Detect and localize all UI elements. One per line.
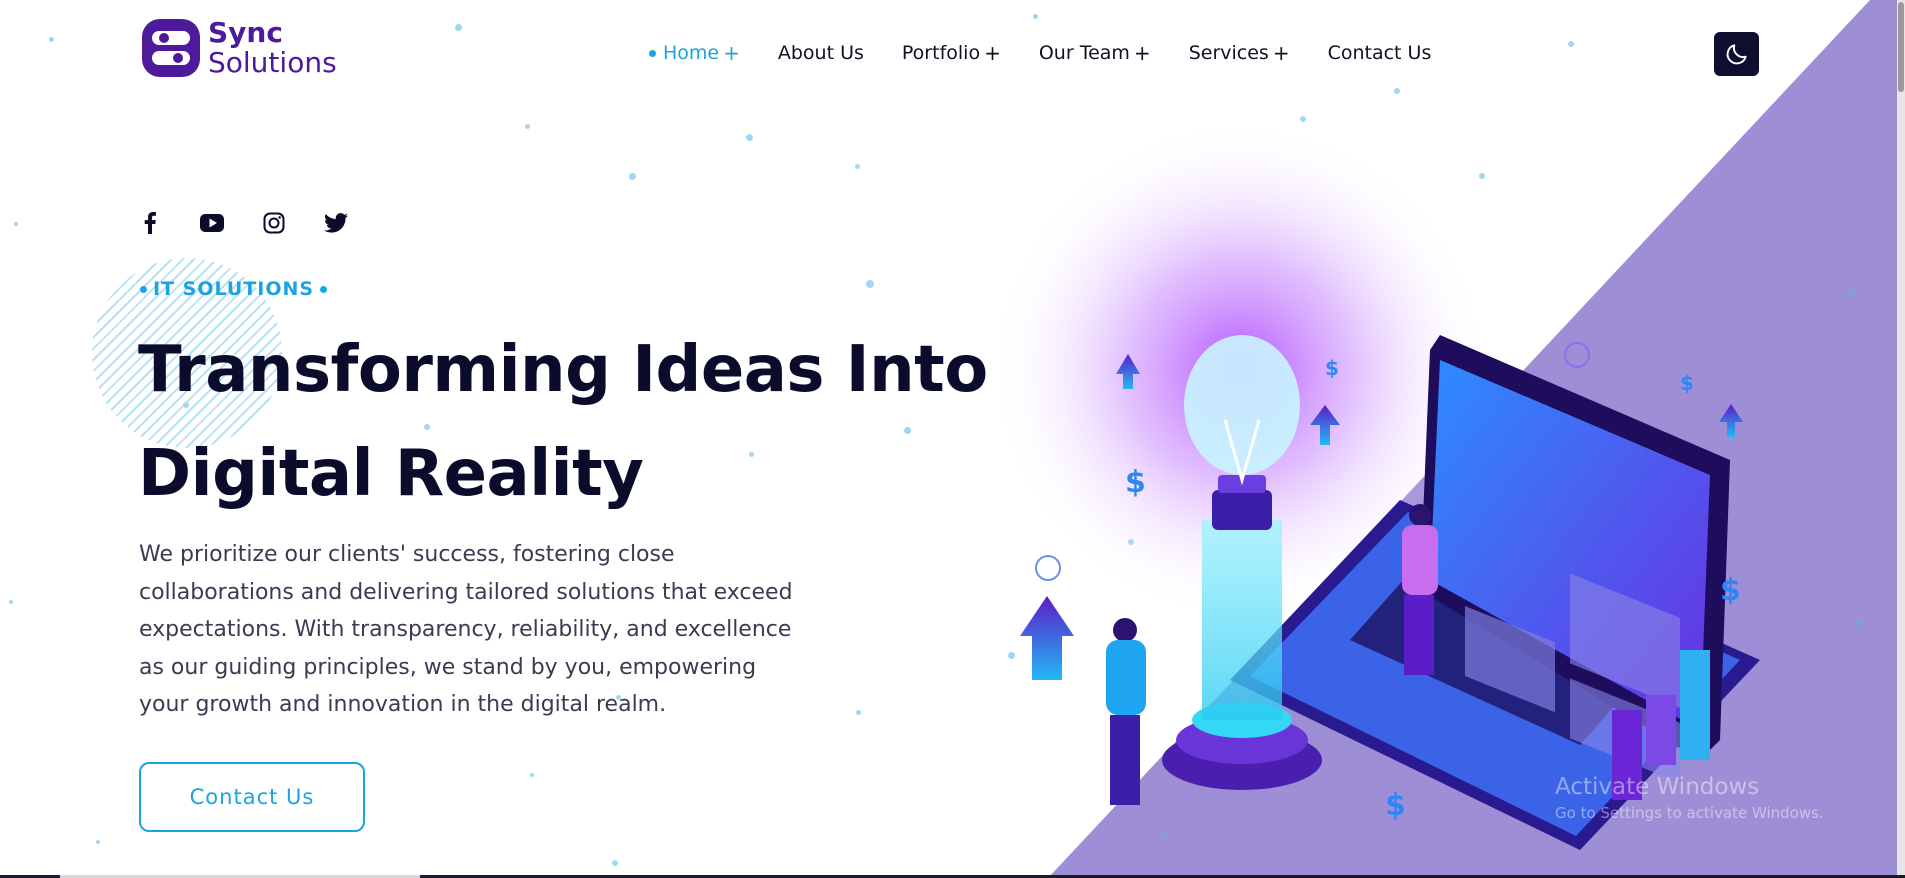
logo-s-icon <box>142 19 200 77</box>
nav-label: Services <box>1188 42 1269 64</box>
instagram-icon[interactable] <box>262 211 286 235</box>
brand-logo[interactable]: Sync Solutions <box>140 17 350 79</box>
scrollbar-thumb[interactable] <box>1898 2 1904 92</box>
watermark-subtitle: Go to Settings to activate Windows. <box>1555 804 1824 822</box>
plus-icon: + <box>984 41 1001 65</box>
svg-text:$: $ <box>1325 356 1339 380</box>
windows-activation-watermark: Activate Windows Go to Settings to activ… <box>1555 774 1824 822</box>
watermark-title: Activate Windows <box>1555 774 1760 800</box>
svg-text:$: $ <box>1680 371 1694 395</box>
bullet-dot <box>140 285 147 293</box>
hero-headline: Transforming Ideas Into Digital Reality <box>138 318 988 526</box>
hero-eyebrow: IT SOLUTIONS <box>140 278 328 300</box>
social-links <box>138 211 348 235</box>
hero-illustration: $ $ $ $ $ <box>990 120 1760 850</box>
hero-paragraph: We prioritize our clients' success, fost… <box>139 542 793 718</box>
nav-item-contact-us[interactable]: Contact Us <box>1328 42 1432 64</box>
moon-icon <box>1726 44 1747 65</box>
nav-label: Our Team <box>1038 42 1130 64</box>
svg-text:$: $ <box>1385 788 1406 823</box>
nav-item-portfolio[interactable]: Portfolio + <box>902 41 1001 65</box>
headline-line-1: Transforming Ideas Into <box>138 333 988 407</box>
plus-icon: + <box>1133 41 1151 65</box>
nav-label: Home <box>663 42 720 64</box>
headline-line-2: Digital Reality <box>138 437 644 511</box>
brand-name-line1: Sync <box>208 16 283 49</box>
twitter-icon[interactable] <box>324 211 348 235</box>
nav-item-our-team[interactable]: Our Team + <box>1039 41 1151 65</box>
nav-item-services[interactable]: Services + <box>1189 41 1290 65</box>
plus-icon: + <box>723 41 740 65</box>
eyebrow-text: IT SOLUTIONS <box>153 278 315 300</box>
nav-label: Portfolio <box>901 42 981 64</box>
main-nav: Home + About Us Portfolio + Our Team + S… <box>649 40 1469 66</box>
active-dot <box>649 49 656 57</box>
bullet-dot <box>320 285 328 293</box>
contact-us-button[interactable]: Contact Us <box>139 762 365 832</box>
nav-item-about-us[interactable]: About Us <box>778 42 864 64</box>
svg-text:$: $ <box>1125 465 1146 500</box>
plus-icon: + <box>1272 41 1290 65</box>
svg-text:$: $ <box>1720 573 1741 608</box>
vertical-scrollbar[interactable] <box>1897 0 1905 878</box>
theme-toggle-button[interactable] <box>1714 32 1759 76</box>
youtube-icon[interactable] <box>200 211 224 235</box>
nav-label: Contact Us <box>1327 42 1432 64</box>
nav-item-home[interactable]: Home + <box>649 41 740 65</box>
brand-name-line2: Solutions <box>208 46 337 79</box>
facebook-icon[interactable] <box>138 211 162 235</box>
nav-label: About Us <box>777 42 864 64</box>
